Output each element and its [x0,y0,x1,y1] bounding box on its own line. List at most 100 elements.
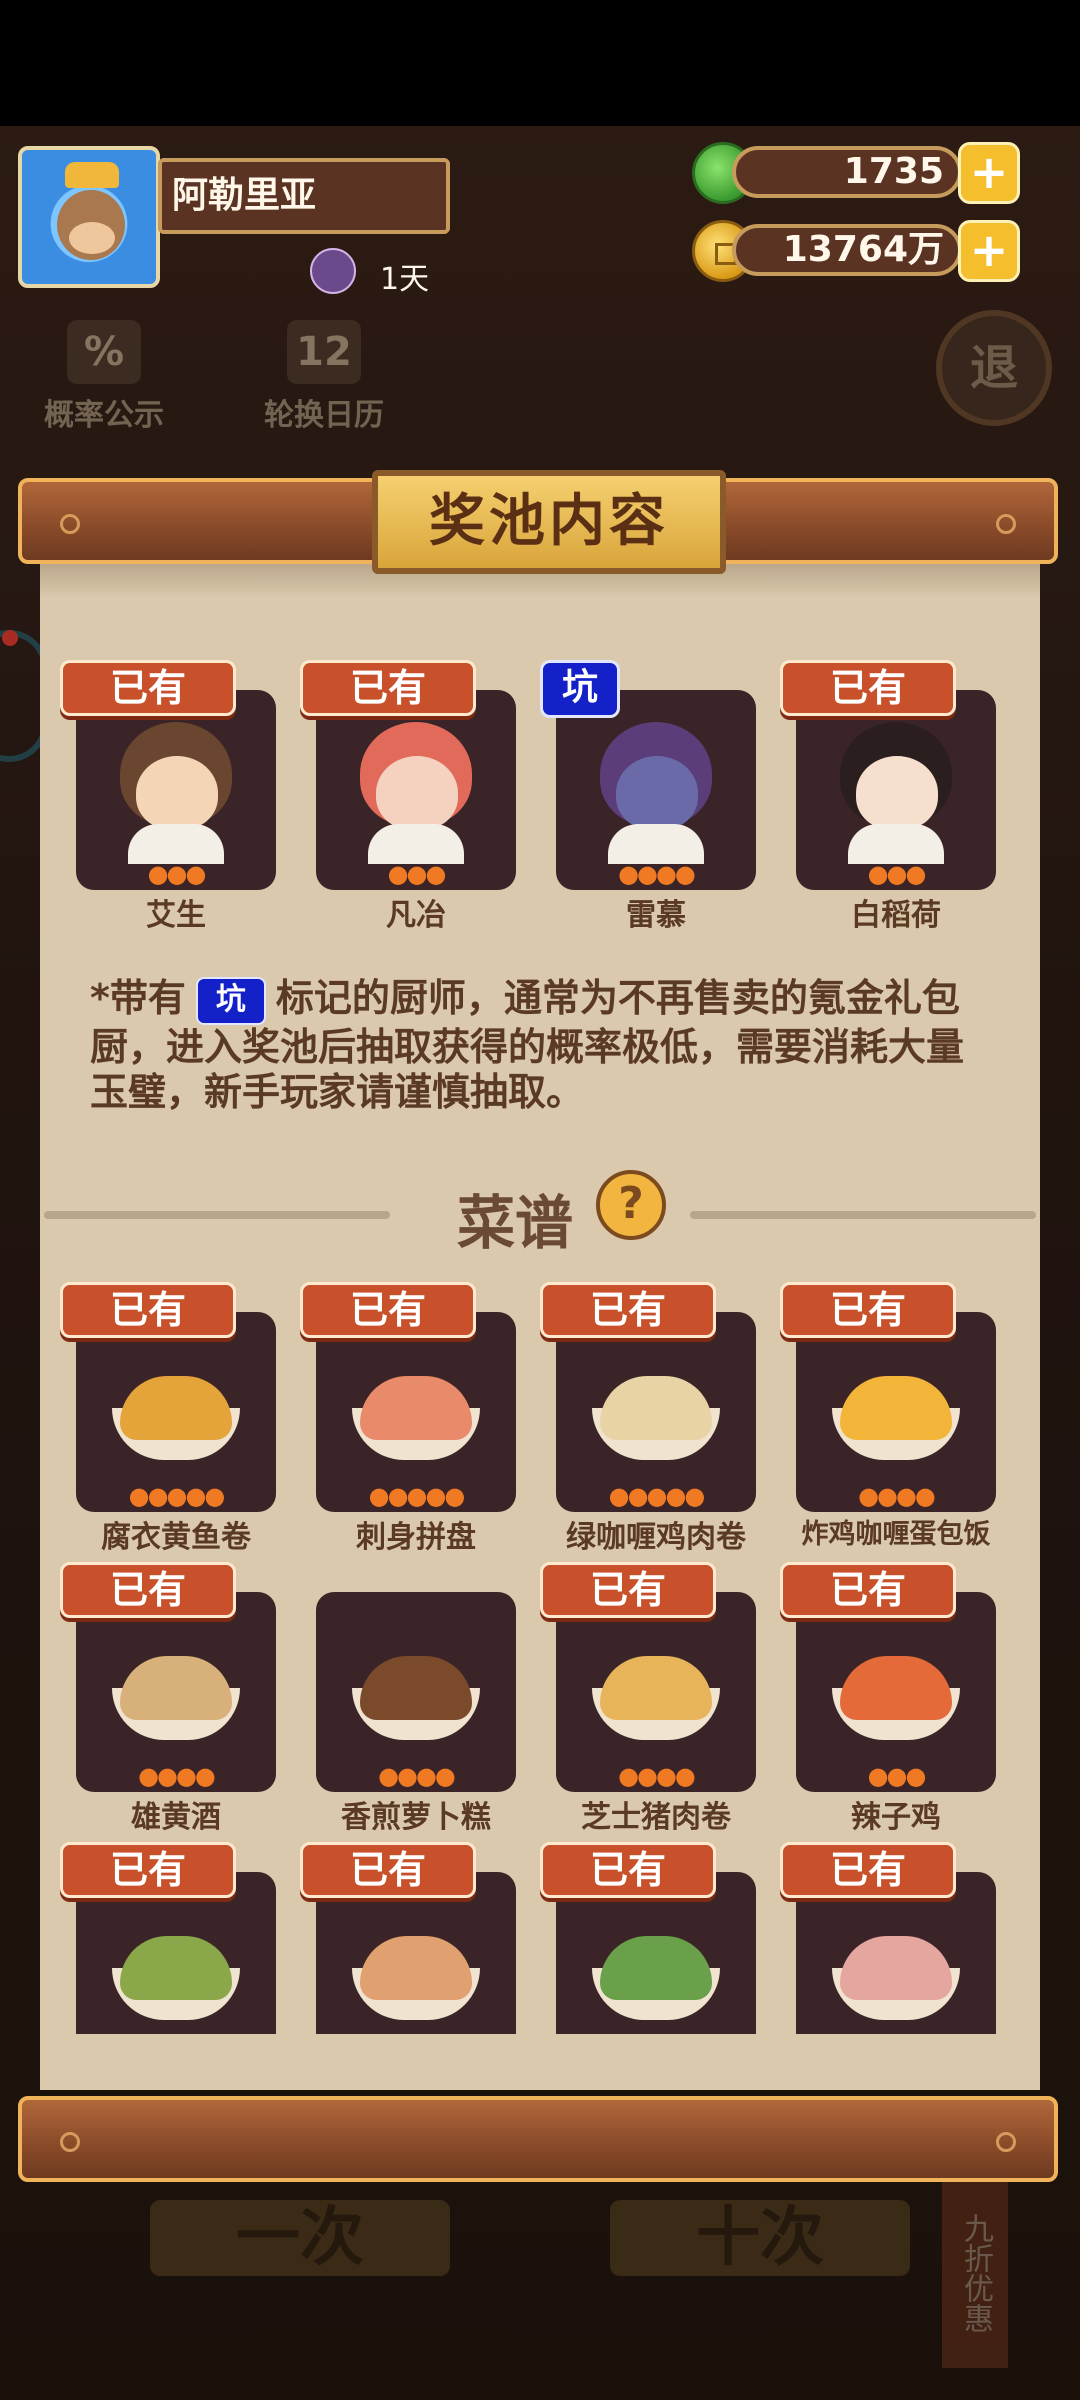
owned-tag: 已有 [540,1282,716,1338]
dish-image [586,1338,726,1478]
recipe-card[interactable]: ●●● [796,1592,996,1792]
player-avatar[interactable] [18,146,160,288]
chef-name: 艾生 [146,898,206,933]
help-button[interactable]: ? [596,1170,666,1240]
rod-nail [60,514,80,534]
avatar-crown [65,162,119,188]
recipe-name: 绿咖喱鸡肉卷 [566,1520,746,1555]
dish-image [586,1618,726,1758]
owned-tag: 已有 [60,660,236,716]
recipe-name: 辣子鸡 [851,1800,941,1835]
login-days-icon [310,248,356,294]
dish-food [600,1376,712,1440]
recipe-card[interactable]: ●●●●● [76,1312,276,1512]
dish-image [826,1618,966,1758]
rarity-flames: ●●● [147,860,207,888]
rarity-flames: ●●●● [618,860,696,888]
recipe-name: 雄黄酒 [131,1800,221,1835]
chef-name: 凡冶 [386,898,446,933]
rarity-flames: ●●● [387,860,447,888]
rod-nail [996,514,1016,534]
dish-image [826,1338,966,1478]
dish-food [360,1936,472,2000]
dish-image [346,1338,486,1478]
rarity-flames: ●●●●● [128,1482,226,1510]
rarity-flames: ●●●● [138,1762,216,1790]
chef-portrait [826,716,966,864]
recipe-name: 香煎萝卜糕 [341,1800,491,1835]
rarity-flames: ●●●● [378,1762,456,1790]
recipe-name: 炸鸡咖喱蛋包饭 [801,1519,991,1550]
owned-tag: 已有 [540,1842,716,1898]
owned-tag: 已有 [60,1282,236,1338]
add-coin-button[interactable]: + [958,220,1020,282]
dish-image [346,1898,486,2034]
login-days: 1天 [380,262,430,297]
chef-name: 白稻荷 [851,898,941,933]
pit-marker-inline: 坑 [195,976,266,1025]
dish-image [106,1898,246,2034]
section-divider-left [44,1211,390,1219]
dish-food [600,1936,712,2000]
prize-pool-content[interactable]: ●●● 已有 艾生 ●●● 已有 凡冶 ●●●● 坑雷慕 ●●● 已有 白稻荷 *带有坑标记的厨师，… [40,600,1040,2034]
dish-image [346,1618,486,1758]
jade-resource: 1735 + [692,142,1032,204]
scroll-rod-bottom [18,2096,1058,2182]
recipe-name: 芝士猪肉卷 [581,1800,731,1835]
chef-card[interactable]: ●●● [316,690,516,890]
chef-body [368,824,464,864]
recipe-card[interactable]: ●●●● [796,1312,996,1512]
dish-image [106,1618,246,1758]
recipe-card[interactable]: ●●●● [556,1592,756,1792]
owned-tag: 已有 [780,660,956,716]
rarity-flames: ●●●● [618,1762,696,1790]
chef-face [376,756,458,830]
dish-food [360,1376,472,1440]
owned-tag: 已有 [780,1562,956,1618]
rod-nail [60,2132,80,2152]
chef-card[interactable]: ●●● [796,690,996,890]
dish-food [600,1656,712,1720]
owned-tag: 已有 [60,1562,236,1618]
owned-tag: 已有 [540,1562,716,1618]
chef-portrait [586,716,726,864]
rarity-flames: ●●●●● [608,1482,706,1510]
chef-face [136,756,218,830]
chef-card[interactable]: ●●●● [556,690,756,890]
owned-tag: 已有 [60,1842,236,1898]
chef-face [856,756,938,830]
rarity-flames: ●●● [867,860,927,888]
rarity-flames: ●●● [867,1762,927,1790]
recipe-name: 腐衣黄鱼卷 [101,1520,251,1555]
chef-portrait [106,716,246,864]
chef-body [608,824,704,864]
dish-food [120,1656,232,1720]
coin-amount: 13764万 [732,224,962,276]
dish-food [120,1376,232,1440]
dish-image [586,1898,726,2034]
recipe-card[interactable]: ●●●●● [316,1312,516,1512]
owned-tag: 已有 [300,660,476,716]
owned-tag: 已有 [780,1842,956,1898]
recipe-card[interactable]: ●●●● [76,1592,276,1792]
pit-tag: 坑 [540,660,620,718]
dish-food [840,1376,952,1440]
rod-nail [996,2132,1016,2152]
dish-food [360,1656,472,1720]
panel-title: 奖池内容 [372,470,726,574]
dish-image [106,1338,246,1478]
dish-food [840,1936,952,2000]
owned-tag: 已有 [780,1282,956,1338]
rarity-flames: ●●●● [858,1482,936,1510]
owned-tag: 已有 [300,1282,476,1338]
chef-body [848,824,944,864]
jade-amount: 1735 [732,146,962,198]
chef-card[interactable]: ●●● [76,690,276,890]
chef-face [616,756,698,830]
recipe-card[interactable]: ●●●● [316,1592,516,1792]
dish-food [840,1656,952,1720]
recipe-card[interactable]: ●●●●● [556,1312,756,1512]
section-divider-right [690,1211,1036,1219]
add-jade-button[interactable]: + [958,142,1020,204]
coin-resource: 13764万 + [692,220,1032,282]
